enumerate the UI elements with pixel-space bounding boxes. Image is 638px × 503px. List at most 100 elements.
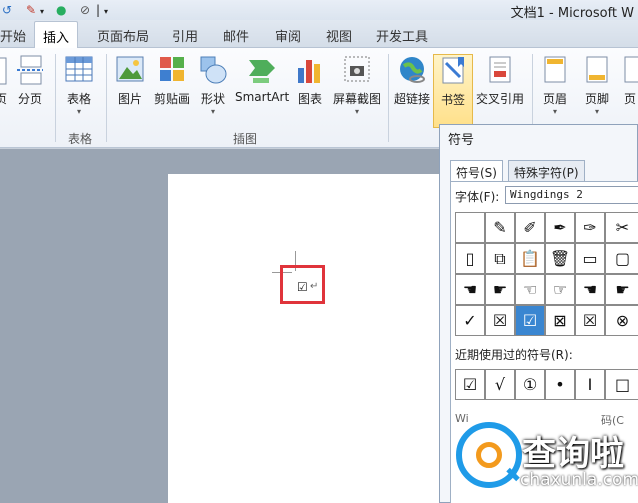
symbol-cell[interactable]: ☒ [485, 305, 515, 336]
symbol-cell[interactable]: ▭ [575, 243, 605, 274]
symbol-cell-selected[interactable]: ☑ [515, 305, 545, 336]
title-bar: ↺ ✎ ▾ ● ⊘ | ▾ 文档1 - Microsoft W [0, 0, 638, 21]
tab-special-characters[interactable]: 特殊字符(P) [508, 160, 585, 182]
dialog-title: 符号 [448, 133, 475, 148]
qa-dropdown-1[interactable]: ▾ [40, 5, 44, 19]
recent-symbols-label: 近期使用过的符号(R): [455, 348, 573, 362]
table-button[interactable]: 表格 ▾ [62, 54, 96, 117]
inserted-checkbox-symbol: ☑ [297, 280, 308, 294]
watermark-url: chaxunla.com [520, 470, 638, 490]
cross-reference-icon [489, 56, 511, 83]
smartart-button[interactable]: SmartArt [235, 54, 289, 104]
table-icon [65, 56, 93, 82]
recent-symbol-cell[interactable]: √ [485, 369, 515, 400]
watermark-logo-tail [506, 467, 520, 482]
footer-label: 页脚 [584, 92, 609, 106]
qa-customize-dropdown[interactable]: ▾ [104, 5, 108, 19]
watermark-logo-inner [476, 442, 502, 468]
symbol-cell[interactable]: ☛ [605, 274, 638, 305]
symbol-cell[interactable]: ☛ [485, 274, 515, 305]
clipart-button[interactable]: 剪贴画 [152, 54, 192, 107]
recent-symbol-cell[interactable]: I [575, 369, 605, 400]
tab-references[interactable]: 引用 [172, 26, 198, 45]
symbol-cell[interactable]: ▢ [605, 243, 638, 274]
symbol-cell[interactable]: ✂ [605, 212, 638, 243]
tab-home[interactable]: 开始 [0, 26, 26, 45]
watermark-text: 查询啦 [522, 434, 624, 474]
symbol-cell[interactable]: ✐ [515, 212, 545, 243]
header-label: 页眉 [542, 92, 567, 106]
symbol-cell[interactable]: ⊗ [605, 305, 638, 336]
tab-developer[interactable]: 开发工具 [376, 26, 428, 45]
chart-icon [298, 60, 320, 83]
picture-button[interactable]: 图片 [113, 54, 147, 107]
symbol-cell[interactable]: ▯ [455, 243, 485, 274]
picture-label: 图片 [117, 92, 142, 106]
page-icon [0, 57, 7, 85]
strike-icon[interactable]: ⊘ [80, 3, 90, 17]
symbol-cell[interactable]: ☒ [575, 305, 605, 336]
bookmark-icon [442, 57, 464, 84]
tab-insert[interactable]: 插入 [34, 21, 79, 49]
undo-icon[interactable]: ↺ [2, 3, 12, 17]
recent-symbol-cell[interactable]: ☑ [455, 369, 485, 400]
recent-symbol-cell[interactable]: • [545, 369, 575, 400]
tab-view[interactable]: 视图 [326, 26, 352, 45]
document-page[interactable] [168, 174, 468, 503]
tab-symbols[interactable]: 符号(S) [450, 160, 503, 182]
chart-button[interactable]: 图表 [294, 54, 326, 107]
clipart-label: 剪贴画 [153, 92, 190, 106]
symbol-cell[interactable] [455, 212, 485, 243]
tab-mailings[interactable]: 邮件 [223, 26, 249, 45]
symbol-cell[interactable]: ✒ [545, 212, 575, 243]
header-caret: ▾ [552, 107, 557, 116]
symbol-cell[interactable]: 📋 [515, 243, 545, 274]
header-button[interactable]: 页眉 ▾ [538, 54, 572, 117]
symbol-cell[interactable]: ☜ [515, 274, 545, 305]
ribbon-tabs: 开始 插入 页面布局 引用 邮件 审阅 视图 开发工具 [0, 20, 638, 49]
page-break-button[interactable]: 分页 [14, 54, 46, 107]
symbol-cell[interactable]: ☚ [455, 274, 485, 305]
header-icon [544, 56, 566, 83]
screenshot-button[interactable]: 屏幕截图 ▾ [330, 54, 384, 117]
shapes-icon [200, 56, 227, 84]
paragraph-mark: ↵ [310, 281, 319, 292]
color-icon[interactable]: ● [56, 3, 66, 17]
group-label-illustrations: 插图 [233, 132, 258, 146]
watermark: 查询啦 chaxunla.com [440, 412, 638, 503]
symbol-cell[interactable]: ✑ [575, 212, 605, 243]
tab-review[interactable]: 审阅 [275, 26, 301, 45]
clipart-icon [160, 57, 184, 81]
symbol-cell[interactable]: ✎ [485, 212, 515, 243]
qa-separator: | [96, 3, 101, 17]
footer-caret: ▾ [594, 107, 599, 116]
symbol-cell[interactable]: ☞ [545, 274, 575, 305]
page-partial-button[interactable]: 页 [0, 54, 10, 107]
page-break-icon [17, 55, 43, 85]
page-number-partial-button[interactable]: 页 [622, 54, 638, 107]
footer-button[interactable]: 页脚 ▾ [580, 54, 614, 117]
symbol-cell[interactable]: ⧉ [485, 243, 515, 274]
bookmark-button[interactable]: 书签 [433, 54, 473, 128]
shapes-button[interactable]: 形状 ▾ [197, 54, 229, 117]
shapes-caret: ▾ [210, 107, 215, 116]
hyperlink-button[interactable]: 超链接 [392, 54, 432, 107]
chart-label: 图表 [297, 92, 322, 106]
table-label: 表格 [66, 92, 91, 106]
symbol-cell[interactable]: ☚ [575, 274, 605, 305]
bookmark-label: 书签 [440, 93, 465, 107]
cross-reference-button[interactable]: 交叉引用 [474, 54, 526, 107]
picture-icon [116, 56, 144, 82]
shapes-label: 形状 [200, 92, 225, 106]
symbol-cell[interactable]: 🗑 [545, 243, 575, 274]
symbol-cell[interactable]: ✓ [455, 305, 485, 336]
tab-page-layout[interactable]: 页面布局 [97, 26, 149, 45]
font-select[interactable]: Wingdings 2 [505, 186, 638, 204]
recent-symbol-cell[interactable]: □ [605, 369, 638, 400]
format-painter-icon[interactable]: ✎ [26, 3, 36, 17]
watermark-logo-icon [456, 422, 522, 488]
globe-link-icon [400, 57, 425, 83]
recent-symbol-cell[interactable]: ① [515, 369, 545, 400]
symbol-cell[interactable]: ⊠ [545, 305, 575, 336]
font-label: 字体(F): [455, 190, 500, 204]
